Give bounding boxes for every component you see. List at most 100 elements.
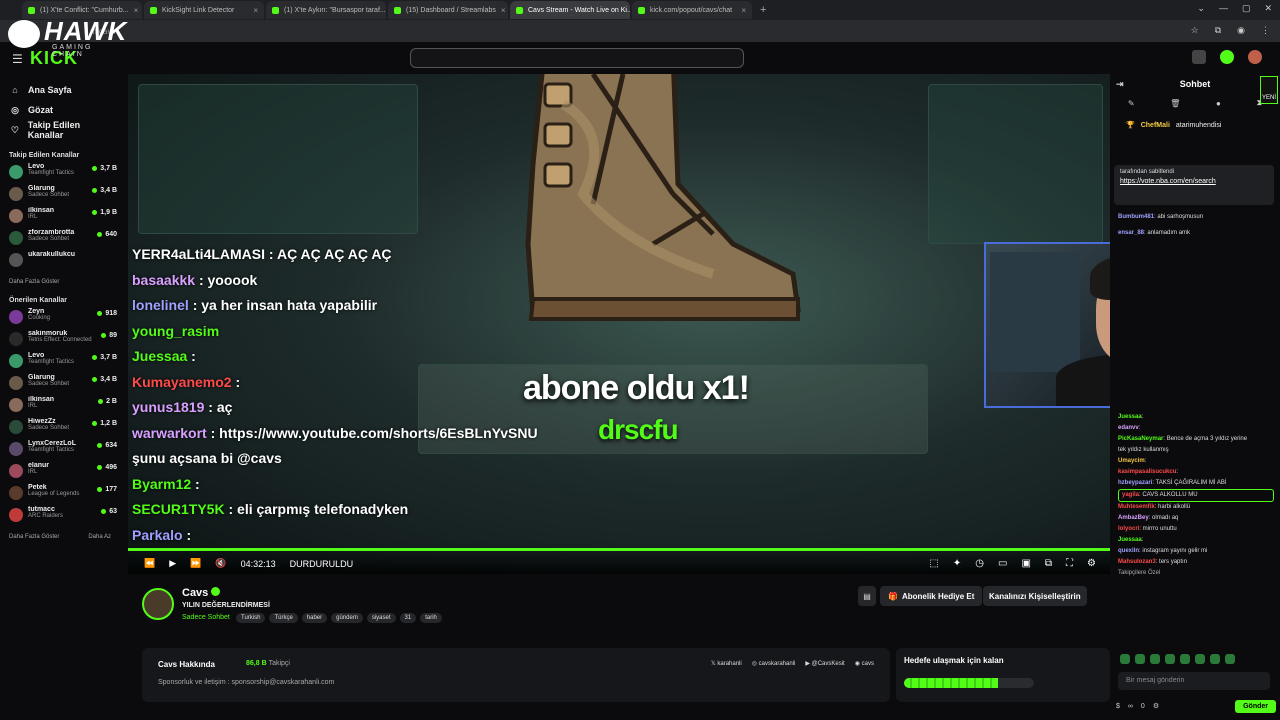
browser-tab[interactable]: (15) Dashboard / Streamlabs × [388, 1, 508, 19]
video-player[interactable]: YERR4aLti4LAMASI : AÇ AÇ AÇ AÇ AÇ basaakk… [128, 74, 1110, 574]
sidebar-channel[interactable]: Glarung Sadece Sohbet 3,4 B [0, 374, 126, 396]
sidebar-nav-item[interactable]: ⌂ Ana Sayfa [0, 80, 126, 100]
tag[interactable]: Turkish [236, 613, 266, 623]
channel-name[interactable]: Cavs [182, 587, 208, 599]
tag[interactable]: siyaset [366, 613, 396, 623]
sidebar-channel[interactable]: tutmacc ARC Raiders 63 [0, 506, 126, 528]
kick-coin-icon[interactable] [1220, 50, 1234, 64]
browser-tab[interactable]: KickSight Link Detector × [144, 1, 264, 19]
social-link[interactable]: ◉ cavs [855, 660, 874, 667]
browser-tab[interactable]: kick.com/popout/cavs/chat × [632, 1, 752, 19]
close-tab-icon[interactable]: × [741, 6, 746, 15]
menu-icon[interactable]: ☰ [12, 52, 23, 66]
chat-input[interactable]: Bir mesaj gönderin [1118, 672, 1270, 690]
clip-icon[interactable]: ⬚ [929, 558, 938, 569]
emote-icon[interactable] [1195, 654, 1205, 664]
followed-more-link[interactable]: Daha Fazla Göster [0, 279, 126, 285]
emote-icon[interactable] [1150, 654, 1160, 664]
close-tab-icon[interactable]: × [134, 6, 139, 15]
speed-icon[interactable]: ◷ [975, 558, 984, 569]
search-input[interactable] [410, 48, 744, 68]
sidebar-channel[interactable]: Levo Teamfight Tactics 3,7 B [0, 163, 126, 185]
gifter-name[interactable]: atarimuhendisi [1176, 122, 1222, 129]
dropdown-icon[interactable]: ⌄ [1197, 3, 1205, 14]
emote-icon[interactable] [1180, 654, 1190, 664]
suggested-less-link[interactable]: Daha Az [88, 534, 111, 540]
social-link[interactable]: ▶ @CavsKesit [805, 660, 844, 667]
link-icon[interactable]: ∞ [1128, 703, 1133, 710]
channel-avatar[interactable] [142, 588, 174, 620]
tag[interactable]: tarih [420, 613, 442, 623]
avatar[interactable] [1248, 50, 1262, 64]
browser-tab[interactable]: (1) X'te Aykırı: "Bursaspor taraf...× [266, 1, 386, 19]
cash-icon[interactable]: $ [1116, 703, 1120, 710]
close-tab-icon[interactable]: × [501, 6, 506, 15]
new-tab-button[interactable]: + [760, 4, 766, 16]
trash-icon[interactable]: 🗑 [1170, 99, 1180, 108]
menu-icon[interactable]: ⋮ [1261, 25, 1270, 36]
emote-icon[interactable] [1165, 654, 1175, 664]
emote-icon[interactable] [1135, 654, 1145, 664]
gifter-name[interactable]: ChefMali [1141, 122, 1170, 129]
settings-icon[interactable]: ⚙ [1153, 702, 1159, 710]
mute-icon[interactable]: 🔇 [215, 558, 226, 569]
sidebar-channel[interactable]: sakinmoruk Tetris Effect: Connected 89 [0, 330, 126, 352]
new-badge[interactable]: YENİ [1260, 76, 1278, 104]
minimize-icon[interactable]: — [1219, 3, 1228, 14]
sidebar-channel[interactable]: LynxCerezLoL Teamfight Tactics 634 [0, 440, 126, 462]
sidebar-channel[interactable]: Petek League of Legends 177 [0, 484, 126, 506]
maximize-icon[interactable]: ▢ [1242, 3, 1251, 14]
browser-tab[interactable]: Cavs Stream - Watch Live on Ki...× [510, 1, 630, 19]
extensions-icon[interactable]: ⧉ [1215, 25, 1221, 36]
chat-bubble-icon[interactable]: ● [1216, 99, 1221, 108]
tag[interactable]: haber [301, 613, 328, 623]
fullscreen-icon[interactable]: ⛶ [1066, 558, 1073, 569]
sidebar-channel[interactable]: HiwezZz Sadece Sohbet 1,2 B [0, 418, 126, 440]
mod-tools-icon[interactable]: ✎ [1128, 99, 1135, 108]
theater-icon[interactable]: ▣ [1021, 558, 1030, 569]
profile-icon[interactable]: ◉ [1237, 25, 1245, 36]
miniplayer-icon[interactable]: ▭ [998, 558, 1007, 569]
pip-icon[interactable]: ⧉ [1045, 558, 1052, 569]
sidebar-channel[interactable]: elanur IRL 496 [0, 462, 126, 484]
close-tab-icon[interactable]: × [253, 6, 258, 15]
forward-icon[interactable]: ⏩ [190, 558, 201, 569]
sidebar-channel[interactable]: ilkinsan IRL 1,9 B [0, 207, 126, 229]
tag[interactable]: Türkçe [269, 613, 298, 623]
sidebar-channel[interactable]: zforzambrotta Sadece Sohbet 640 [0, 229, 126, 251]
progress-bar[interactable] [128, 548, 1110, 551]
social-links: 𝕏 karahanli ◎ cavskarahanli ▶ @CavsKesit ◉ … [711, 660, 874, 667]
notes-icon[interactable]: ▤ [858, 586, 876, 606]
send-button[interactable]: Gönder [1235, 699, 1276, 713]
sidebar-nav-item[interactable]: ◎ Gözat [0, 100, 126, 120]
customize-channel-button[interactable]: Kanalınızı Kişiselleştirin [983, 586, 1087, 606]
sparkle-icon[interactable]: ✦ [953, 558, 961, 569]
rewind-icon[interactable]: ⏪ [144, 558, 155, 569]
browse-icon[interactable] [1192, 50, 1206, 64]
pinned-message[interactable]: tarafından sabitlendi https://vote.nba.c… [1114, 165, 1274, 205]
tag[interactable]: gündem [331, 613, 363, 623]
chat-message: kasimpasalisucukcu: [1118, 469, 1179, 475]
settings-icon[interactable]: ⚙ [1087, 558, 1096, 569]
social-link[interactable]: ◎ cavskarahanli [752, 660, 796, 667]
emote-icon[interactable] [1210, 654, 1220, 664]
sidebar-channel[interactable]: Levo Teamfight Tactics 3,7 B [0, 352, 126, 374]
sidebar-channel[interactable]: Zeyn Cooking 918 [0, 308, 126, 330]
stream-category[interactable]: Sadece Sohbet [182, 614, 230, 621]
star-icon[interactable]: ☆ [1191, 25, 1199, 36]
suggested-more-link[interactable]: Daha Fazla Göster [9, 534, 59, 540]
collapse-chat-icon[interactable]: ⇥ [1116, 79, 1124, 90]
close-icon[interactable]: ✕ [1264, 3, 1272, 14]
tag[interactable]: 31 [399, 613, 417, 623]
emote-icon[interactable] [1225, 654, 1235, 664]
sidebar-channel[interactable]: Glarung Sadece Sohbet 3,4 B [0, 185, 126, 207]
emote-icon[interactable] [1120, 654, 1130, 664]
sidebar-channel[interactable]: ilkinsan IRL 2 B [0, 396, 126, 418]
sidebar-nav-item[interactable]: ♡ Takip Edilen Kanallar [0, 120, 126, 140]
address-bar[interactable]: m/cavs ☆ ⧉ ◉ ⋮ [0, 20, 1280, 42]
pinned-link[interactable]: https://vote.nba.com/en/search [1120, 178, 1268, 185]
sidebar-channel[interactable]: ukarakullukcu [0, 251, 126, 273]
gift-sub-button[interactable]: 🎁 Abonelik Hediye Et [880, 586, 983, 606]
social-link[interactable]: 𝕏 karahanli [711, 660, 742, 667]
play-icon[interactable]: ▶ [169, 558, 176, 569]
